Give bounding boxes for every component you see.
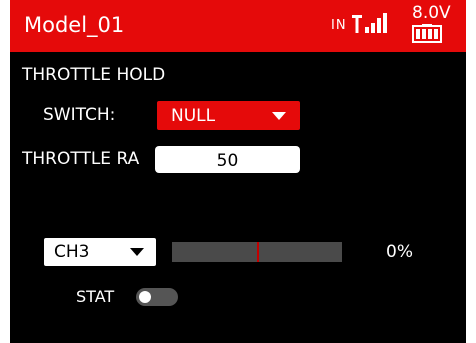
chevron-down-icon [130,248,144,256]
stat-toggle[interactable] [136,288,178,306]
model-name[interactable]: Model_01 [24,12,124,38]
header-bar: Model_01 IN 8.0V [10,0,466,52]
receiver-input-indicator: IN [331,18,347,33]
channel-percent: 0% [386,242,413,262]
throttle-rate-input[interactable]: 50 [155,146,300,173]
channel-center-marker [257,242,259,262]
channel-dropdown-value: CH3 [54,242,90,262]
switch-label: SWITCH: [43,105,116,125]
channel-dropdown[interactable]: CH3 [44,238,156,266]
throttle-rate-value: 50 [216,151,239,171]
switch-dropdown-value: NULL [171,106,216,126]
signal-bars-icon [352,13,387,33]
stat-label: STAT [76,287,115,306]
battery-icon [412,24,442,43]
throttle-rate-label: THROTTLE RA [22,149,140,169]
section-title: THROTTLE HOLD [22,65,166,85]
channel-level-bar [172,242,342,262]
transmitter-screen: Model_01 IN 8.0V THROTTLE HOLD SWITCH: N… [10,0,466,343]
battery-voltage: 8.0V [412,3,451,23]
switch-dropdown[interactable]: NULL [157,101,300,130]
chevron-down-icon [272,112,286,120]
toggle-knob [139,291,151,303]
